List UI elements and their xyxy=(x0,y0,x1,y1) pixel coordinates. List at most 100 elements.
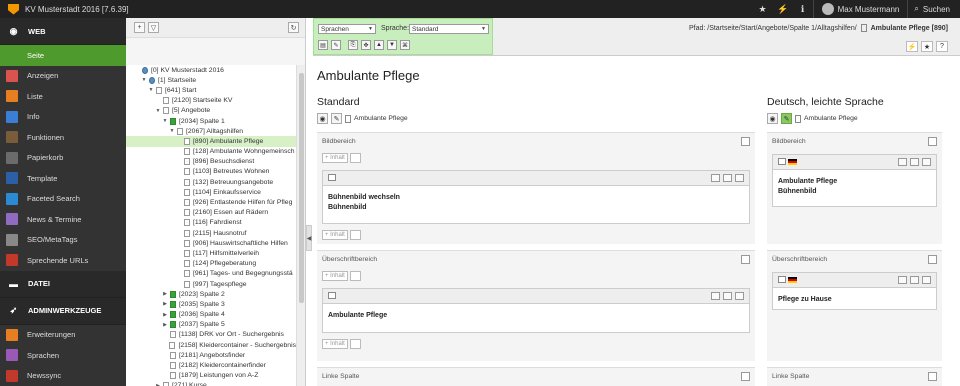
tree-node-label[interactable]: [2037] Spalte 5 xyxy=(179,321,225,328)
tree-node-label[interactable]: [5] Angebote xyxy=(172,107,210,114)
tree-node[interactable]: ▼ [5] Angebote xyxy=(126,106,296,116)
expand-toggle-icon[interactable]: ▶ xyxy=(162,322,168,328)
edit-column-icon[interactable] xyxy=(741,372,750,381)
edit-icon[interactable] xyxy=(711,292,720,300)
tree-node-label[interactable]: [926] Entlastende Hilfen für Pfleg xyxy=(193,199,292,206)
page-icon[interactable] xyxy=(170,362,176,370)
tree-node-label[interactable]: [2035] Spalte 3 xyxy=(179,301,225,308)
tree-node[interactable]: ▶ [2036] Spalte 4 xyxy=(126,310,296,320)
edit-column-icon[interactable] xyxy=(928,255,937,264)
site-root-icon[interactable] xyxy=(149,76,155,84)
page-icon[interactable] xyxy=(156,86,162,94)
tree-node-label[interactable]: [1103] Betreutes Wohnen xyxy=(193,168,269,175)
tree-node-label[interactable]: [132] Betreuungsangebote xyxy=(193,179,273,186)
page-icon[interactable] xyxy=(184,148,190,156)
language-select[interactable]: Standard ▼ xyxy=(409,24,489,34)
tree-node-label[interactable]: [2120] Startseite KV xyxy=(172,97,232,104)
module-item-liste[interactable]: Liste xyxy=(0,86,126,107)
tree-node-label[interactable]: [124] Pflegeberatung xyxy=(193,260,256,267)
paste-icon[interactable] xyxy=(349,153,361,163)
tree-node-label[interactable]: [128] Ambulante Wohngemeinsch xyxy=(193,148,295,155)
search-toggle[interactable]: ⌕ Suchen xyxy=(908,4,960,14)
expand-toggle-icon[interactable]: ▼ xyxy=(169,128,175,134)
content-element[interactable]: Ambulante Pflege xyxy=(322,288,750,333)
delete-icon[interactable] xyxy=(735,292,744,300)
page-icon[interactable] xyxy=(163,107,169,115)
tree-node-label[interactable]: [1138] DRK vor Ort - Suchergebnis xyxy=(179,331,284,338)
tree-node[interactable]: [896] Besuchsdienst xyxy=(126,157,296,167)
page-icon[interactable] xyxy=(184,270,190,278)
refresh-icon[interactable]: ↻ xyxy=(288,22,299,33)
expand-toggle-icon[interactable]: ▼ xyxy=(162,118,168,124)
page-icon[interactable] xyxy=(184,239,190,247)
tree-node-label[interactable]: [896] Besuchsdienst xyxy=(193,158,254,165)
tree-node-label[interactable]: [1879] Leistungen von A-Z xyxy=(179,372,258,379)
new-content-button[interactable]: + Inhalt xyxy=(322,339,348,349)
edit-pencil-icon[interactable]: ✎ xyxy=(331,113,342,124)
page-icon[interactable] xyxy=(163,97,169,105)
module-group-datei[interactable]: ▬ DATEI xyxy=(0,270,126,298)
new-content-button[interactable]: + Inhalt xyxy=(322,271,348,281)
module-item-sprachen[interactable]: Sprachen xyxy=(0,345,126,366)
tree-node[interactable]: [2182] Kleidercontainerfinder xyxy=(126,360,296,370)
tree-node[interactable]: ▶ [2023] Spalte 2 xyxy=(126,289,296,299)
tree-node-label[interactable]: [2160] Essen auf Rädern xyxy=(193,209,268,216)
module-item-sprechende-urls[interactable]: Sprechende URLs xyxy=(0,250,126,271)
module-item-news-termine[interactable]: News & Termine xyxy=(0,209,126,230)
tree-node[interactable]: [124] Pflegeberatung xyxy=(126,259,296,269)
module-item-newssync[interactable]: Newssync xyxy=(0,366,126,386)
move-up-icon[interactable]: ▲ xyxy=(374,40,384,50)
tree-node-label[interactable]: [2023] Spalte 2 xyxy=(179,291,225,298)
tree-node[interactable]: ▼ [2034] Spalte 1 xyxy=(126,116,296,126)
module-item-info[interactable]: Info xyxy=(0,107,126,128)
module-item-template[interactable]: Template xyxy=(0,168,126,189)
edit-icon[interactable] xyxy=(711,174,720,182)
tree-node[interactable]: [0] KV Musterstadt 2016 xyxy=(126,65,296,75)
user-menu[interactable]: Max Mustermann xyxy=(814,3,908,15)
info-icon[interactable]: ℹ xyxy=(793,0,813,18)
flash-icon[interactable]: ⚡ xyxy=(906,41,918,52)
module-group-adminwerkzeuge[interactable]: ➶ ADMINWERKZEUGE xyxy=(0,297,126,325)
filter-icon[interactable]: ▽ xyxy=(148,22,159,33)
tree-node-label[interactable]: [117] Hilfsmittelverleih xyxy=(193,250,259,257)
page-icon[interactable] xyxy=(184,168,190,176)
tree-node-label[interactable]: [1104] Einkaufsservice xyxy=(193,189,261,196)
edit-column-icon[interactable] xyxy=(741,137,750,146)
tree-node[interactable]: [1879] Leistungen von A-Z xyxy=(126,371,296,381)
tree-node[interactable]: [128] Ambulante Wohngemeinsch xyxy=(126,147,296,157)
paste-icon[interactable] xyxy=(349,230,361,240)
view-eye-icon[interactable]: ◉ xyxy=(767,113,778,124)
tree-node-label[interactable]: [961] Tages- und Begegnungsstä xyxy=(193,270,293,277)
tree-scrollbar[interactable] xyxy=(296,65,305,386)
module-item-seo-metatags[interactable]: SEO/MetaTags xyxy=(0,230,126,251)
delete-icon[interactable] xyxy=(735,174,744,182)
tree-node[interactable]: [2158] Kleidercontainer - Suchergebnis xyxy=(126,340,296,350)
module-item-anzeigen[interactable]: Anzeigen xyxy=(0,66,126,87)
view-mode-select[interactable]: Sprachen ▼ xyxy=(318,24,376,34)
delete-icon[interactable] xyxy=(922,158,931,166)
module-item-papierkorb[interactable]: Papierkorb xyxy=(0,148,126,169)
new-content-button[interactable]: + Inhalt xyxy=(322,153,348,163)
tree-node[interactable]: [117] Hilfsmittelverleih xyxy=(126,248,296,258)
page-icon[interactable] xyxy=(184,280,190,288)
toggle-visibility-icon[interactable] xyxy=(910,276,919,284)
tree-node[interactable]: [997] Tagespflege xyxy=(126,279,296,289)
folder-page-icon[interactable] xyxy=(170,117,176,125)
typo3-logo-icon[interactable] xyxy=(8,3,19,15)
page-icon[interactable] xyxy=(163,382,169,386)
help-icon[interactable]: ? xyxy=(936,41,948,52)
move-icon[interactable]: ✥ xyxy=(361,40,371,50)
folder-page-icon[interactable] xyxy=(170,300,176,308)
tree-node[interactable]: [1103] Betreutes Wohnen xyxy=(126,167,296,177)
tree-node-label[interactable]: [641] Start xyxy=(165,87,196,94)
page-icon[interactable] xyxy=(170,372,176,380)
tree-node[interactable]: [961] Tages- und Begegnungsstä xyxy=(126,269,296,279)
flash-clear-cache-icon[interactable]: ⚡ xyxy=(773,0,793,18)
tree-node-label[interactable]: [2034] Spalte 1 xyxy=(179,118,225,125)
expand-toggle-icon[interactable]: ▼ xyxy=(141,77,147,83)
content-element[interactable]: Bühnenbild wechseln Bühnenbild xyxy=(322,170,750,224)
tree-node[interactable]: [2181] Angebotsfinder xyxy=(126,350,296,360)
tree-node[interactable]: [132] Betreuungsangebote xyxy=(126,177,296,187)
edit-icon[interactable] xyxy=(898,276,907,284)
view-eye-icon[interactable]: ◉ xyxy=(317,113,328,124)
